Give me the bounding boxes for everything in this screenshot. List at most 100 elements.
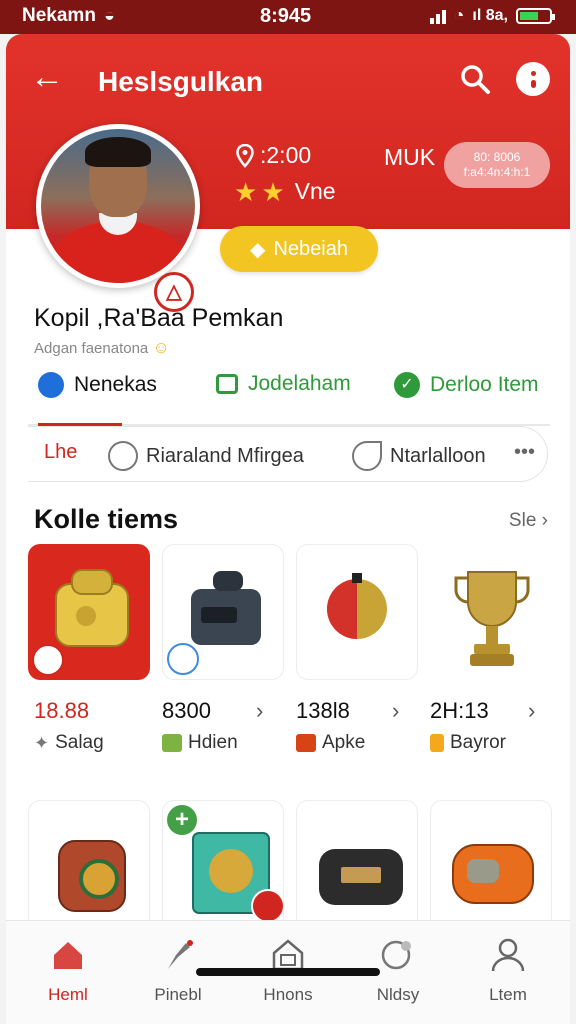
nav-label: Nldsy	[376, 985, 420, 1004]
rating-text: Vne	[294, 178, 336, 204]
chip-label: Ntarlalloon	[390, 444, 486, 467]
stats-badge[interactable]: 80: 8006 f:a4:4n:4:h:1	[444, 142, 550, 188]
search-icon[interactable]	[458, 62, 492, 96]
avatar-hair	[85, 137, 151, 167]
trophy-item-icon	[454, 571, 530, 666]
tab-nenekas[interactable]: Nenekas	[38, 372, 157, 398]
ball-item-icon	[327, 573, 387, 639]
star-icon: ★	[261, 176, 285, 207]
list-icon	[216, 374, 238, 394]
tab-label: Nenekas	[74, 373, 157, 396]
item-tag: Bayror	[430, 732, 506, 754]
leaf-tag-icon	[162, 734, 182, 752]
more-dot-icon	[531, 80, 536, 88]
item-card[interactable]	[28, 544, 150, 680]
carrier-name: Nekamn	[22, 5, 96, 26]
location-pin-icon	[236, 143, 254, 168]
section-title: Kolle tiems	[34, 504, 179, 534]
tab-jodelaham[interactable]: Jodelaham	[216, 372, 351, 396]
item-tag-label: Bayror	[450, 732, 506, 753]
item-tag: Apke	[296, 732, 365, 754]
see-all-link[interactable]: Sle ›	[509, 510, 548, 532]
status-right: ◔ ıl 8a,	[429, 5, 555, 26]
tag-icon: ◆	[250, 238, 266, 261]
stats-badge-line1: 80: 8006	[473, 150, 521, 164]
avatar-photo	[41, 129, 195, 283]
item-tag-label: Apke	[322, 732, 366, 753]
item-card[interactable]	[162, 544, 284, 680]
flag-badge-icon	[251, 889, 283, 923]
rocket-icon	[168, 940, 193, 969]
chevron-right-icon: ›	[541, 510, 548, 531]
nav-home[interactable]: Heml	[18, 935, 118, 1005]
star-icon: ★	[234, 176, 258, 207]
shield-badge-icon	[32, 644, 64, 676]
profile-subtitle: Adgan faenatona ☺	[34, 338, 170, 358]
stats-badge-line2: f:a4:4n:4:h:1	[463, 165, 531, 179]
back-arrow-icon[interactable]: ←	[30, 60, 64, 94]
status-time: 8:945	[260, 5, 312, 27]
item-price: 8300	[162, 698, 211, 723]
item-tag-label: Hdien	[188, 732, 238, 753]
signal-icon	[429, 8, 446, 24]
page-title: Heslsgulkan	[98, 66, 263, 97]
nav-label: Heml	[48, 985, 88, 1004]
chip-ntarlalloon[interactable]: Ntarlalloon	[352, 441, 486, 471]
app-container: ← Heslsgulkan :2:00 ★ ★ Vne MUK 80: 8006…	[6, 34, 570, 1024]
emoji-icon: ☺	[152, 338, 170, 357]
see-all-label: Sle	[508, 510, 537, 531]
item-tag-label: Salag	[55, 732, 104, 753]
item-tag: Hdien	[162, 732, 238, 754]
item-price: 138l8	[296, 698, 350, 723]
leaf-icon	[352, 441, 382, 471]
chip-riaraland[interactable]: Riaraland Mfirgea	[108, 441, 304, 471]
location-value: :2:00	[260, 142, 312, 168]
tab-derloo-item[interactable]: ✓ Derloo Item	[394, 372, 539, 398]
tab-label: Derloo Item	[430, 373, 539, 396]
tab-label: Jodelaham	[248, 372, 351, 395]
nav-label: Hnons	[263, 985, 313, 1004]
check-circle-icon: ✓	[394, 372, 420, 398]
follow-button[interactable]: ◆ Nebeiah	[220, 226, 378, 272]
puzzle-icon: ✦	[34, 732, 50, 753]
diamond-badge-icon	[167, 643, 199, 675]
muk-label: MUK	[384, 144, 436, 170]
item-price: 2H:13	[430, 698, 489, 723]
item-tag: ✦ Salag	[34, 732, 104, 754]
shirt-tag-icon	[296, 734, 316, 752]
avatar[interactable]: △	[36, 124, 200, 312]
filter-chips: Lhe Riaraland Mfirgea Ntarlalloon •••	[28, 426, 548, 482]
home-icon	[54, 942, 82, 969]
nav-label: Pinebl	[154, 985, 202, 1004]
chip-lhe[interactable]: Lhe	[44, 441, 77, 464]
status-bar: Nekamn ◒ 8:945 ◔ ıl 8a,	[0, 0, 576, 34]
profile-name: Kopil ,Ra'Baa Pemkan	[34, 304, 284, 332]
profile-tabs: Nenekas Jodelaham ✓ Derloo Item	[28, 368, 550, 426]
chip-label: Riaraland Mfirgea	[146, 444, 304, 467]
signal-text: ıl 8a,	[472, 6, 508, 24]
battery-icon	[516, 7, 555, 24]
hand-tag-icon	[430, 734, 444, 752]
chevron-right-icon[interactable]: ›	[256, 698, 263, 724]
add-icon[interactable]: +	[167, 805, 197, 835]
search-circle-icon	[38, 372, 64, 398]
chevron-right-icon[interactable]: ›	[392, 698, 399, 724]
home-indicator[interactable]	[196, 968, 380, 976]
item-card[interactable]	[296, 544, 418, 680]
rating-row: ★ ★ Vne	[234, 178, 336, 205]
nav-label: Ltem	[489, 985, 527, 1004]
item-card[interactable]	[430, 544, 552, 680]
location-row: :2:00	[236, 142, 311, 169]
chip-label: Lhe	[44, 441, 78, 463]
more-options-button[interactable]	[516, 62, 550, 96]
wifi-icon: ◒	[104, 5, 115, 25]
phone-screen: Nekamn ◒ 8:945 ◔ ıl 8a, ← Heslsgulkan:2…	[0, 0, 576, 1024]
more-chips-icon[interactable]: •••	[514, 441, 535, 464]
chat-heart-icon	[381, 940, 411, 970]
follow-button-label: Nebeiah	[273, 237, 348, 260]
user-icon	[491, 938, 525, 972]
chevron-right-icon[interactable]: ›	[528, 698, 535, 724]
item-price: 18.88	[34, 698, 90, 723]
wifi-status-icon: ◔	[453, 5, 465, 25]
nav-ltem[interactable]: Ltem	[458, 935, 558, 1005]
